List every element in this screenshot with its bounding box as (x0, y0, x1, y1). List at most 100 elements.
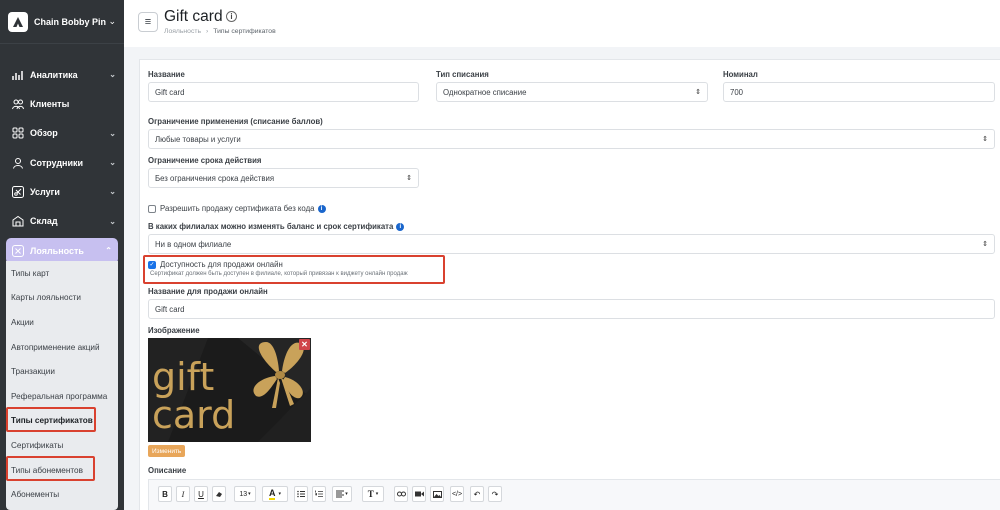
sidebar-item-label: Услуги (30, 186, 60, 197)
numbered-list-icon[interactable] (312, 486, 326, 502)
grid-icon (12, 127, 24, 139)
font-size-select[interactable]: 13 ▾ (234, 486, 256, 502)
branches-value: Ни в одном филиале (155, 239, 232, 249)
info-icon[interactable]: i (226, 11, 237, 22)
caret-down-icon: ▾ (375, 491, 379, 497)
chevron-down-icon: ⌄ (109, 216, 116, 226)
link-icon[interactable] (394, 486, 408, 502)
term-value: Без ограничения срока действия (155, 173, 275, 183)
menu-toggle-button[interactable]: ≡ (138, 12, 158, 32)
text-style-button[interactable]: T ▾ (362, 486, 384, 502)
submenu-item-card-types[interactable]: Типы карт (6, 261, 118, 286)
loyalty-icon (12, 244, 24, 257)
breadcrumb: Лояльность › Типы сертификатов (164, 28, 276, 35)
sidebar-item-label: Сотрудники (30, 157, 84, 168)
sidebar-item-staff[interactable]: Сотрудники ⌄ (0, 148, 124, 177)
code-view-icon[interactable]: </> (450, 486, 464, 502)
sidebar-item-services[interactable]: Услуги ⌄ (0, 177, 124, 206)
name-input[interactable]: Gift card (148, 82, 419, 102)
chevron-down-icon: ⌄ (109, 70, 116, 80)
info-icon[interactable]: i (317, 204, 326, 213)
sidebar-item-loyalty[interactable]: Лояльность ⌃ (6, 237, 118, 264)
sidebar-item-label: Склад (30, 216, 58, 227)
term-select[interactable]: Без ограничения срока действия ⇕ (148, 168, 419, 188)
chart-icon (12, 69, 24, 81)
warehouse-icon (12, 215, 24, 227)
chevron-up-icon: ⌃ (105, 246, 112, 256)
branches-select[interactable]: Ни в одном филиале ⇕ (148, 234, 995, 254)
eraser-icon[interactable] (212, 486, 226, 502)
image-label: Изображение (148, 326, 200, 335)
sidebar-item-label: Клиенты (30, 98, 70, 109)
chevron-down-icon: ⌄ (109, 128, 116, 138)
sidebar-item-clients[interactable]: Клиенты (0, 89, 124, 118)
video-icon[interactable] (412, 486, 426, 502)
submenu-item-transactions[interactable]: Транзакции (6, 359, 118, 384)
text-style-icon: T (367, 489, 374, 499)
submenu-item-auto-promotions[interactable]: Автоприменение акций (6, 335, 118, 360)
branches-label-row: В каких филиалах можно изменять баланс и… (148, 222, 405, 231)
info-icon[interactable]: i (396, 222, 405, 231)
chevron-down-icon: ⌄ (109, 187, 116, 197)
online-name-input[interactable]: Gift card (148, 299, 995, 319)
sidebar-item-label: Обзор (30, 128, 58, 139)
main-nav: Аналитика ⌄ Клиенты Обзор ⌄ Сотрудники ⌄ (0, 60, 124, 266)
scissors-icon (12, 185, 24, 198)
page-header: ≡ Gift card i Лояльность › Типы сертификат… (124, 0, 1000, 47)
select-arrows-icon: ⇕ (982, 136, 988, 143)
submenu-item-referral[interactable]: Реферальная программа (6, 384, 118, 409)
brand-switcher[interactable]: Chain Bobby Pin ⌄ (0, 0, 124, 44)
submenu-item-subscriptions[interactable]: Абонементы (6, 482, 118, 507)
writeoff-type-value: Однократное списание (443, 87, 527, 97)
font-size-value: 13 (239, 490, 248, 498)
allow-sale-label: Разрешить продажу сертификата без кода (160, 204, 315, 213)
nominal-label: Номинал (723, 70, 758, 79)
submenu-item-promotions[interactable]: Акции (6, 310, 118, 335)
sidebar-item-analytics[interactable]: Аналитика ⌄ (0, 60, 124, 89)
restriction-select[interactable]: Любые товары и услуги ⇕ (148, 129, 995, 149)
allow-sale-checkbox[interactable] (148, 204, 156, 213)
italic-button[interactable]: I (176, 486, 190, 502)
breadcrumb-item[interactable]: Лояльность (164, 28, 201, 35)
bullet-list-icon[interactable] (294, 486, 308, 502)
page-title: Gift card (164, 8, 223, 25)
brand-logo-icon (8, 11, 28, 32)
brand-name: Chain Bobby Pin (34, 16, 106, 27)
submenu-item-loyalty-cards[interactable]: Карты лояльности (6, 286, 118, 311)
certificate-form: Название Gift card Тип списания Однократ… (139, 59, 1000, 510)
online-name-label: Название для продажи онлайн (148, 287, 268, 296)
image-icon[interactable] (430, 486, 444, 502)
highlight-box (6, 456, 95, 481)
term-label: Ограничение срока действия (148, 156, 262, 165)
writeoff-type-select[interactable]: Однократное списание ⇕ (436, 82, 708, 102)
bold-button[interactable]: B (158, 486, 172, 502)
restriction-label: Ограничение применения (списание баллов) (148, 117, 323, 126)
nominal-input[interactable]: 700 (723, 82, 995, 102)
caret-down-icon: ▾ (278, 491, 281, 497)
highlight-box (143, 255, 445, 284)
sidebar-item-overview[interactable]: Обзор ⌄ (0, 119, 124, 148)
close-icon: ✕ (301, 340, 308, 349)
user-icon (12, 157, 24, 169)
underline-button[interactable]: U (194, 486, 208, 502)
caret-down-icon: ▾ (248, 491, 251, 497)
redo-icon[interactable]: ↷ (488, 486, 502, 502)
remove-image-button[interactable]: ✕ (299, 339, 310, 350)
edit-image-button[interactable]: Изменить (148, 445, 186, 457)
select-arrows-icon: ⇕ (695, 89, 701, 96)
submenu-item-certificates[interactable]: Сертификаты (6, 433, 118, 458)
highlight-box (6, 407, 96, 432)
certificate-image: gift card (148, 338, 311, 442)
sidebar: Chain Bobby Pin ⌄ Аналитика ⌄ Клиенты Об… (0, 0, 124, 510)
breadcrumb-current: Типы сертификатов (213, 28, 276, 35)
text-color-button[interactable]: A ▾ (262, 486, 288, 502)
align-icon (336, 490, 345, 498)
align-button[interactable]: ▾ (332, 486, 352, 502)
allow-sale-row: Разрешить продажу сертификата без кода i (148, 204, 326, 213)
writeoff-type-label: Тип списания (436, 70, 489, 79)
hamburger-icon: ≡ (144, 16, 152, 28)
sidebar-item-warehouse[interactable]: Склад ⌄ (0, 206, 124, 235)
select-arrows-icon: ⇕ (406, 175, 412, 182)
chevron-down-icon: ⌄ (108, 16, 116, 26)
undo-icon[interactable]: ↶ (470, 486, 484, 502)
